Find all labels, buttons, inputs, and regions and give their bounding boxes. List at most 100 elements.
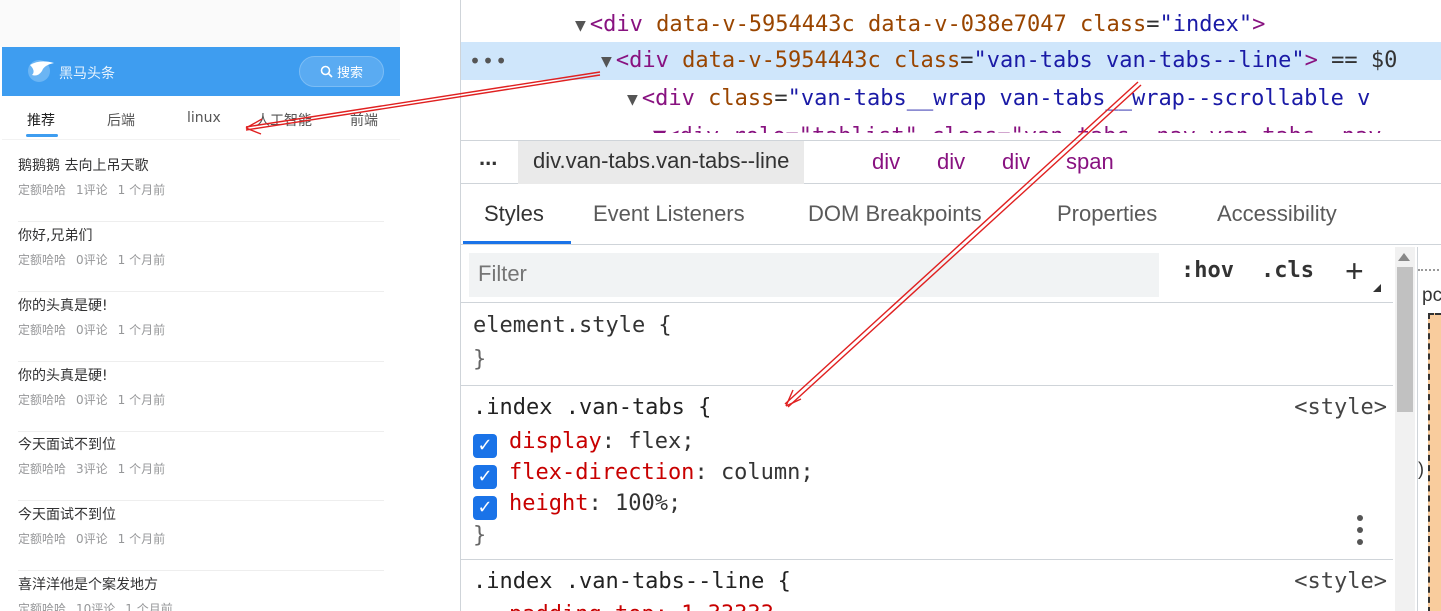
article-meta: 定额哈哈 3评论 1 个月前 [18, 460, 175, 477]
breadcrumb-item[interactable]: div [872, 149, 900, 175]
article-comments: 0评论 [76, 323, 108, 337]
hov-toggle-button[interactable]: :hov [1181, 258, 1234, 283]
rule-selector[interactable]: .index .van-tabs--line { [473, 569, 791, 594]
style-rule-element: element.style { } [461, 302, 1393, 385]
filter-input[interactable] [478, 261, 1078, 287]
breadcrumb-more[interactable]: ... [479, 145, 497, 171]
tab-active-indicator [26, 134, 58, 137]
declaration-checkbox[interactable]: ✓ [473, 496, 497, 520]
more-dots-icon[interactable]: ••• [469, 42, 508, 80]
rule-selector[interactable]: .index .van-tabs { [473, 395, 711, 420]
style-rule-van-tabs: .index .van-tabs { <style> ✓ display: fle… [461, 385, 1393, 559]
property-name[interactable]: flex-direction [509, 460, 694, 485]
style-rule-van-tabs-line: .index .van-tabs--line { <style> padding… [461, 559, 1393, 611]
panel-tabs: Styles Event Listeners DOM Breakpoints P… [461, 185, 1441, 245]
article-comments: 10评论 [76, 602, 116, 611]
property-value[interactable]: column; [721, 460, 814, 485]
article-author: 定额哈哈 [18, 462, 67, 476]
article-author: 定额哈哈 [18, 602, 67, 611]
dropdown-corner-icon[interactable] [1373, 284, 1381, 292]
scrollbar-thumb[interactable] [1397, 267, 1413, 412]
rule-source-link[interactable]: <style> [1294, 395, 1387, 420]
side-label: pc [1422, 285, 1441, 306]
article-title: 喜洋洋他是个案发地方 [18, 577, 158, 593]
article-author: 定额哈哈 [18, 393, 67, 407]
tab-recommend[interactable]: 推荐 [27, 110, 55, 130]
tab-linux[interactable]: linux [187, 110, 221, 126]
article-item[interactable]: 今天面试不到位 定额哈哈 0评论 1 个月前 [18, 501, 384, 571]
article-time: 1 个月前 [117, 393, 166, 407]
dom-node-selected[interactable]: ••• ▼ <div data-v-5954443c class="van-tab… [461, 42, 1441, 80]
article-comments: 0评论 [76, 393, 108, 407]
article-meta: 定额哈哈 0评论 1 个月前 [18, 530, 175, 547]
article-title: 今天面试不到位 [18, 507, 116, 523]
channel-tabs: 推荐 后端 linux 人工智能 前端 [2, 96, 400, 140]
property-name[interactable]: height [509, 491, 588, 516]
rule-close-brace: } [473, 523, 487, 548]
property-name[interactable]: display [509, 429, 602, 454]
article-comments: 3评论 [76, 462, 108, 476]
property-value[interactable]: flex; [628, 429, 694, 454]
article-title: 你好,兄弟们 [18, 228, 93, 244]
tab-event-listeners[interactable]: Event Listeners [593, 201, 745, 227]
article-meta: 定额哈哈 0评论 1 个月前 [18, 391, 175, 408]
expand-triangle-icon[interactable]: ▼ [575, 7, 586, 45]
article-item[interactable]: 鹅鹅鹅 去向上吊天歌 定额哈哈 1评论 1 个月前 [18, 152, 384, 222]
tab-properties[interactable]: Properties [1057, 201, 1157, 227]
dom-node[interactable]: ▼ <div class="van-tabs__wrap van-tabs__wr… [461, 80, 1441, 118]
breadcrumb-item[interactable]: div [937, 149, 965, 175]
tab-styles[interactable]: Styles [484, 201, 544, 227]
computed-side-panel: pc ) [1417, 247, 1441, 611]
article-author: 定额哈哈 [18, 323, 67, 337]
tab-frontend[interactable]: 前端 [350, 110, 378, 130]
article-comments: 0评论 [76, 532, 108, 546]
article-item[interactable]: 喜洋洋他是个案发地方 定额哈哈 10评论 1 个月前 [18, 571, 384, 611]
styles-scrollbar[interactable] [1395, 247, 1415, 611]
app-header: 黑马头条 搜索 [2, 47, 400, 96]
rule-source-link[interactable]: <style> [1294, 569, 1387, 594]
article-item[interactable]: 你的头真是硬! 定额哈哈 0评论 1 个月前 [18, 292, 384, 362]
article-author: 定额哈哈 [18, 183, 67, 197]
style-declaration: ✓ height: 100%; [473, 491, 681, 520]
more-options-icon[interactable] [1357, 515, 1363, 547]
breadcrumb-item[interactable]: div [1002, 149, 1030, 175]
declaration-checkbox[interactable]: ✓ [473, 434, 497, 458]
article-item[interactable]: 你好,兄弟们 定额哈哈 0评论 1 个月前 [18, 222, 384, 292]
tab-backend[interactable]: 后端 [107, 110, 135, 130]
breadcrumb-item[interactable]: span [1066, 149, 1114, 175]
tab-ai[interactable]: 人工智能 [256, 110, 312, 130]
declaration-checkbox[interactable]: ✓ [473, 465, 497, 489]
dom-node[interactable]: ▼ <div data-v-5954443c data-v-038e7047 cl… [461, 6, 1441, 44]
side-divider [1418, 269, 1441, 271]
new-style-rule-button[interactable]: + [1345, 253, 1364, 290]
article-meta: 定额哈哈 10评论 1 个月前 [18, 600, 183, 611]
expand-triangle-icon[interactable]: ▼ [601, 43, 612, 81]
style-declaration: ✓ flex-direction: column; [473, 460, 814, 489]
logo-text: 黑马头条 [59, 66, 115, 82]
search-button[interactable]: 搜索 [299, 56, 384, 87]
cls-toggle-button[interactable]: .cls [1261, 258, 1314, 283]
styles-filter-bar [469, 253, 1159, 297]
dom-node-partial[interactable]: ▼<div role="tablist" class="van-tabs__na… [461, 118, 1441, 133]
tab-accessibility[interactable]: Accessibility [1217, 201, 1337, 227]
side-paren: ) [1418, 459, 1424, 479]
article-item[interactable]: 你的头真是硬! 定额哈哈 0评论 1 个月前 [18, 362, 384, 432]
search-icon [320, 65, 333, 78]
style-declaration: ✓ display: flex; [473, 429, 694, 458]
app-top-gap [0, 0, 400, 47]
article-title: 今天面试不到位 [18, 437, 116, 453]
tab-dom-breakpoints[interactable]: DOM Breakpoints [808, 201, 982, 227]
article-author: 定额哈哈 [18, 253, 67, 267]
article-meta: 定额哈哈 0评论 1 个月前 [18, 251, 175, 268]
box-model-diagram [1428, 313, 1441, 611]
article-meta: 定额哈哈 1评论 1 个月前 [18, 181, 175, 198]
scroll-up-arrow-icon[interactable] [1398, 253, 1410, 261]
article-time: 1 个月前 [117, 323, 166, 337]
breadcrumb-item-active[interactable]: div.van-tabs.van-tabs--line [518, 141, 805, 184]
rule-selector[interactable]: element.style { [473, 313, 672, 338]
search-button-label: 搜索 [336, 66, 363, 81]
property-value[interactable]: 100%; [615, 491, 681, 516]
expand-triangle-icon[interactable]: ▼ [627, 81, 638, 119]
article-item[interactable]: 今天面试不到位 定额哈哈 3评论 1 个月前 [18, 431, 384, 501]
rule-close-brace: } [473, 347, 487, 372]
